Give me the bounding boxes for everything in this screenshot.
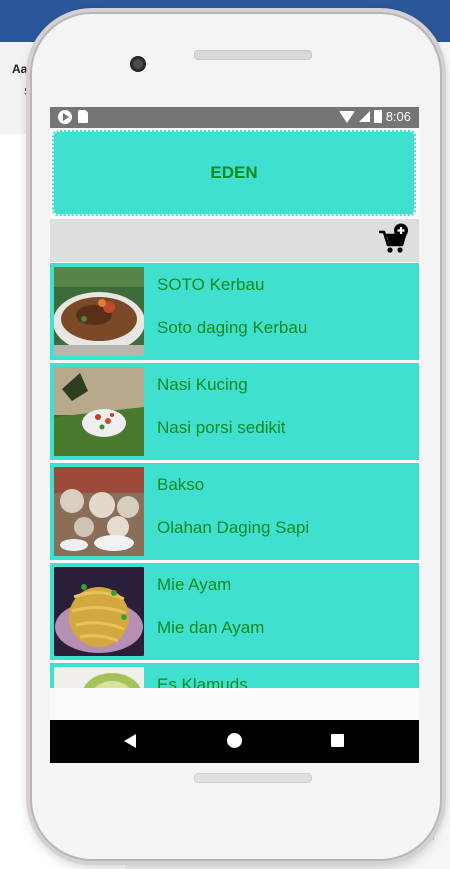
status-bar: 8:06 (50, 107, 419, 128)
item-name: SOTO Kerbau (157, 275, 265, 294)
item-description: Soto daging Kerbau (157, 318, 308, 337)
phone-screen: 8:06 EDEN SOTO Kerbau Soto daging Kerbau… (50, 107, 419, 763)
status-time: 8:06 (385, 109, 411, 124)
list-item[interactable]: Nasi Kucing Nasi porsi sedikit (50, 363, 419, 460)
back-icon[interactable] (124, 734, 136, 748)
list-item[interactable]: Mie Ayam Mie dan Ayam (50, 563, 419, 660)
app-title: EDEN (210, 163, 258, 182)
navigation-bar (50, 720, 419, 763)
play-store-icon (58, 110, 72, 124)
item-description: Mie dan Ayam (157, 618, 265, 637)
nasi-kucing-image (54, 367, 144, 456)
item-description: Olahan Daging Sapi (157, 518, 310, 537)
signal-icon (358, 111, 370, 122)
list-item[interactable]: Bakso Olahan Daging Sapi (50, 463, 419, 560)
battery-icon (373, 110, 382, 123)
app-header: EDEN (52, 130, 416, 216)
toolbar (50, 219, 419, 262)
item-name: Nasi Kucing (157, 375, 248, 394)
home-icon[interactable] (227, 733, 242, 748)
list-item[interactable]: Es Klamuds (50, 663, 419, 688)
front-camera (130, 56, 146, 72)
item-name: Es Klamuds (157, 675, 248, 688)
add-to-cart-icon[interactable] (377, 223, 411, 257)
menu-list[interactable]: SOTO Kerbau Soto daging Kerbau Nasi Kuci… (50, 263, 419, 688)
bakso-image (54, 467, 144, 556)
wifi-icon (338, 110, 355, 123)
earpiece-speaker (194, 50, 312, 60)
bottom-speaker (194, 773, 312, 783)
item-description: Nasi porsi sedikit (157, 418, 286, 437)
soto-image (54, 267, 144, 356)
sd-card-icon (78, 110, 88, 123)
es-klamuds-image (54, 667, 144, 688)
ribbon-text: Aa (12, 62, 28, 76)
list-item[interactable]: SOTO Kerbau Soto daging Kerbau (50, 263, 419, 360)
item-name: Bakso (157, 475, 205, 494)
item-name: Mie Ayam (157, 575, 232, 594)
mie-ayam-image (54, 567, 144, 656)
recent-apps-icon[interactable] (331, 734, 344, 747)
